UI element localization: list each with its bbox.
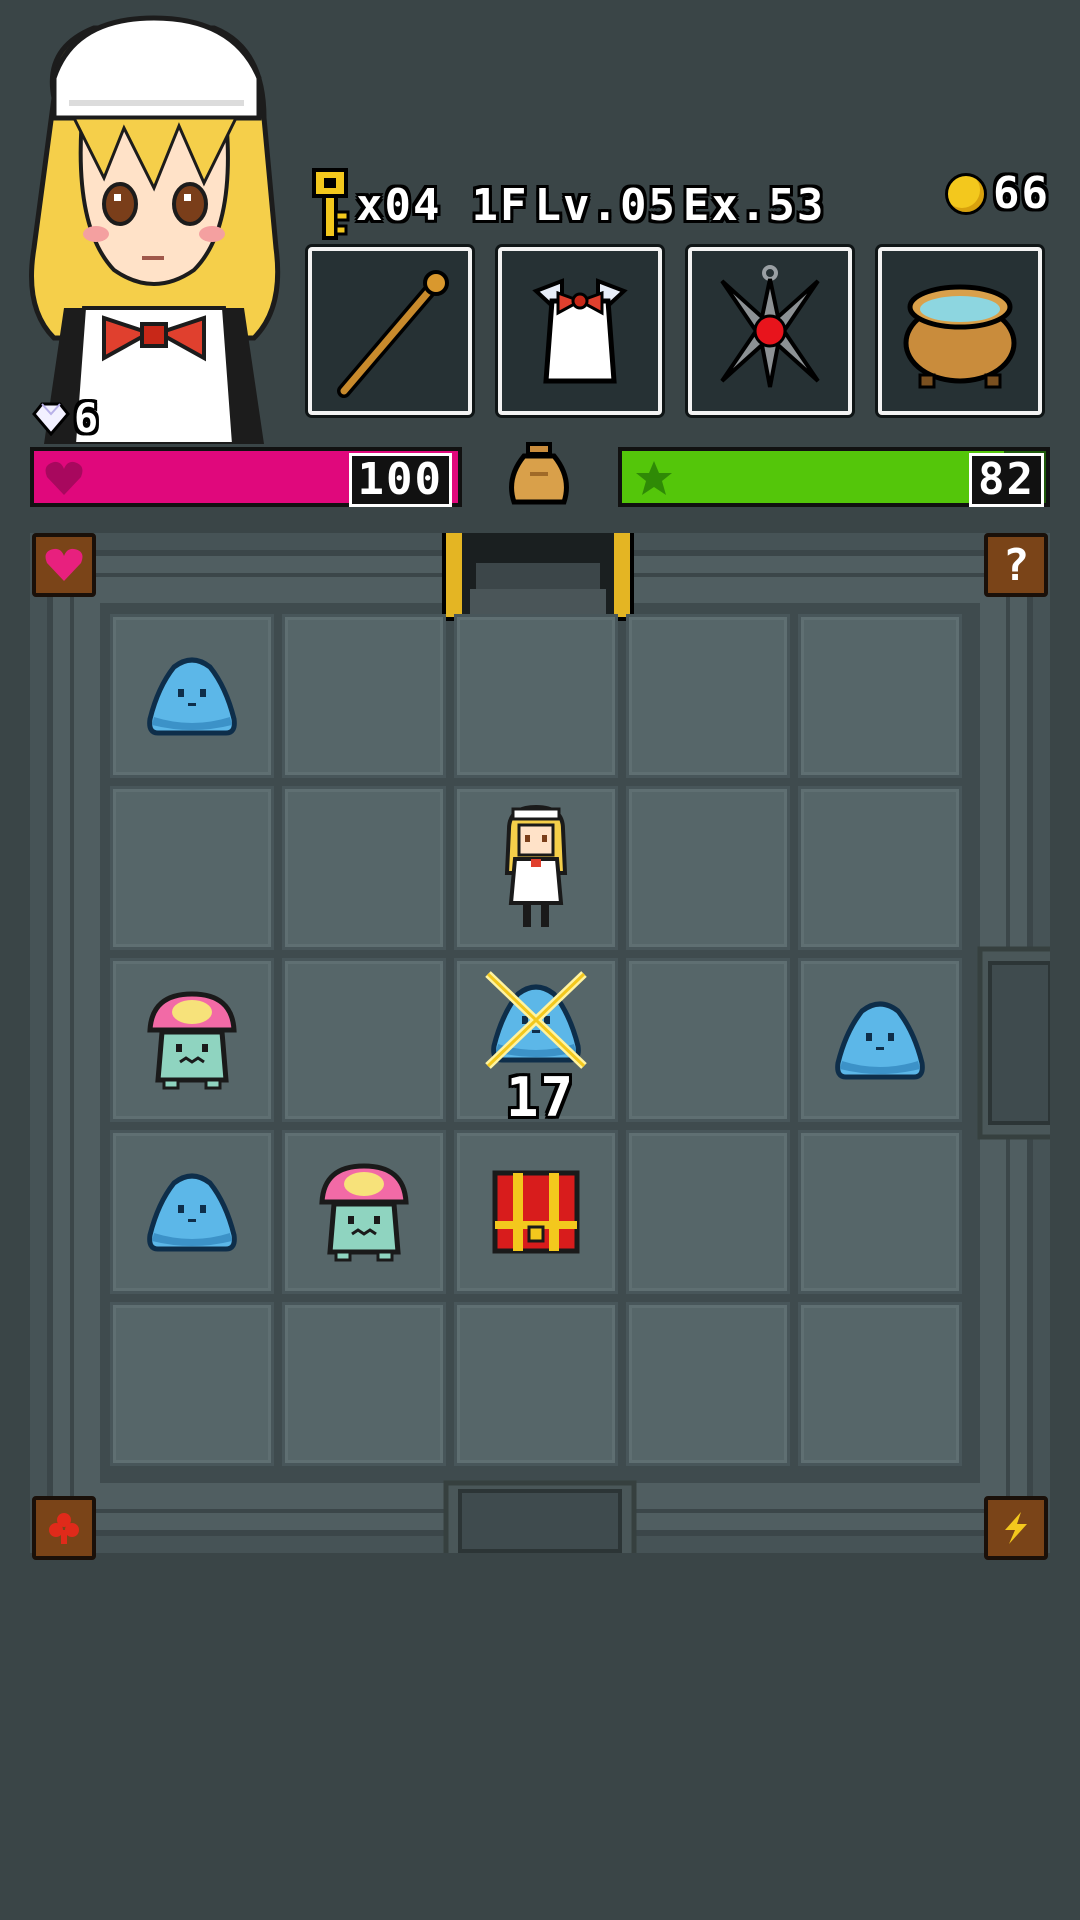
stat-line: x04 1F Lv.05 Ex.53: [310, 168, 825, 242]
slime-enemy[interactable]: [144, 653, 240, 743]
damage-number: 17: [506, 1066, 576, 1129]
floor-label: 1F: [471, 179, 529, 231]
gold-count: 66: [993, 168, 1050, 219]
board-tile[interactable]: [454, 614, 618, 778]
board-tile[interactable]: [626, 1130, 790, 1294]
equip-slot-accessory[interactable]: [688, 247, 852, 415]
sp-bar-fill: [622, 451, 1004, 503]
heart-icon: [45, 461, 83, 495]
slime-enemy[interactable]: [144, 1169, 240, 1259]
lightning-button[interactable]: [984, 1496, 1048, 1560]
pot-icon: [903, 284, 1017, 389]
board-tile[interactable]: [454, 1302, 618, 1466]
equip-slot-item[interactable]: [878, 247, 1042, 415]
key-count: x04: [356, 179, 442, 231]
board-tile[interactable]: [282, 786, 446, 950]
help-icon: ?: [1002, 539, 1030, 591]
gem-icon: [32, 402, 70, 436]
sp-bar: 82: [618, 447, 1050, 507]
equip-slot-armor[interactable]: [498, 247, 662, 415]
board-tile[interactable]: [626, 786, 790, 950]
board-tile[interactable]: [798, 1130, 962, 1294]
clover-icon: [49, 1513, 79, 1544]
hp-value: 100: [348, 453, 452, 507]
mushroom-enemy[interactable]: [314, 1160, 414, 1268]
treasure-chest[interactable]: [491, 1169, 581, 1259]
amulet-icon: [720, 265, 820, 388]
bag-icon[interactable]: [504, 440, 574, 510]
board-tile[interactable]: [798, 614, 962, 778]
lightning-icon: [1005, 1512, 1027, 1544]
gem-count: 6: [74, 396, 101, 442]
board-tile[interactable]: [282, 614, 446, 778]
slime-enemy-hit[interactable]: [485, 971, 587, 1070]
player-character[interactable]: [501, 803, 571, 937]
board-tile[interactable]: [282, 1302, 446, 1466]
coin-icon: [945, 172, 988, 215]
help-button[interactable]: ?: [984, 533, 1048, 597]
slime-enemy[interactable]: [832, 997, 928, 1087]
board-tile[interactable]: [798, 1302, 962, 1466]
board-tile[interactable]: [626, 1302, 790, 1466]
slash-effect-icon: [485, 971, 587, 1069]
exp-label: Ex.53: [682, 179, 826, 231]
character-portrait: [29, 15, 281, 444]
key-icon: [312, 168, 350, 240]
level-label: Lv.05: [534, 179, 677, 231]
board-tile[interactable]: [282, 958, 446, 1122]
sp-value: 82: [969, 453, 1044, 507]
heart-button[interactable]: [32, 533, 96, 597]
board-tile[interactable]: [110, 786, 274, 950]
armor-icon: [532, 278, 628, 384]
board-tile[interactable]: [110, 1302, 274, 1466]
board-tile[interactable]: [798, 786, 962, 950]
board-tile[interactable]: [626, 614, 790, 778]
equip-slot-weapon[interactable]: [308, 247, 472, 415]
board-tile[interactable]: [626, 958, 790, 1122]
mushroom-enemy[interactable]: [142, 988, 242, 1096]
hp-bar: 100: [30, 447, 462, 507]
gem-counter: 6: [32, 396, 100, 442]
gold-counter: 66: [945, 168, 1050, 219]
staff-icon: [337, 270, 449, 398]
clover-button[interactable]: [32, 1496, 96, 1560]
heart-icon: [45, 548, 83, 581]
star-icon: [636, 461, 672, 495]
